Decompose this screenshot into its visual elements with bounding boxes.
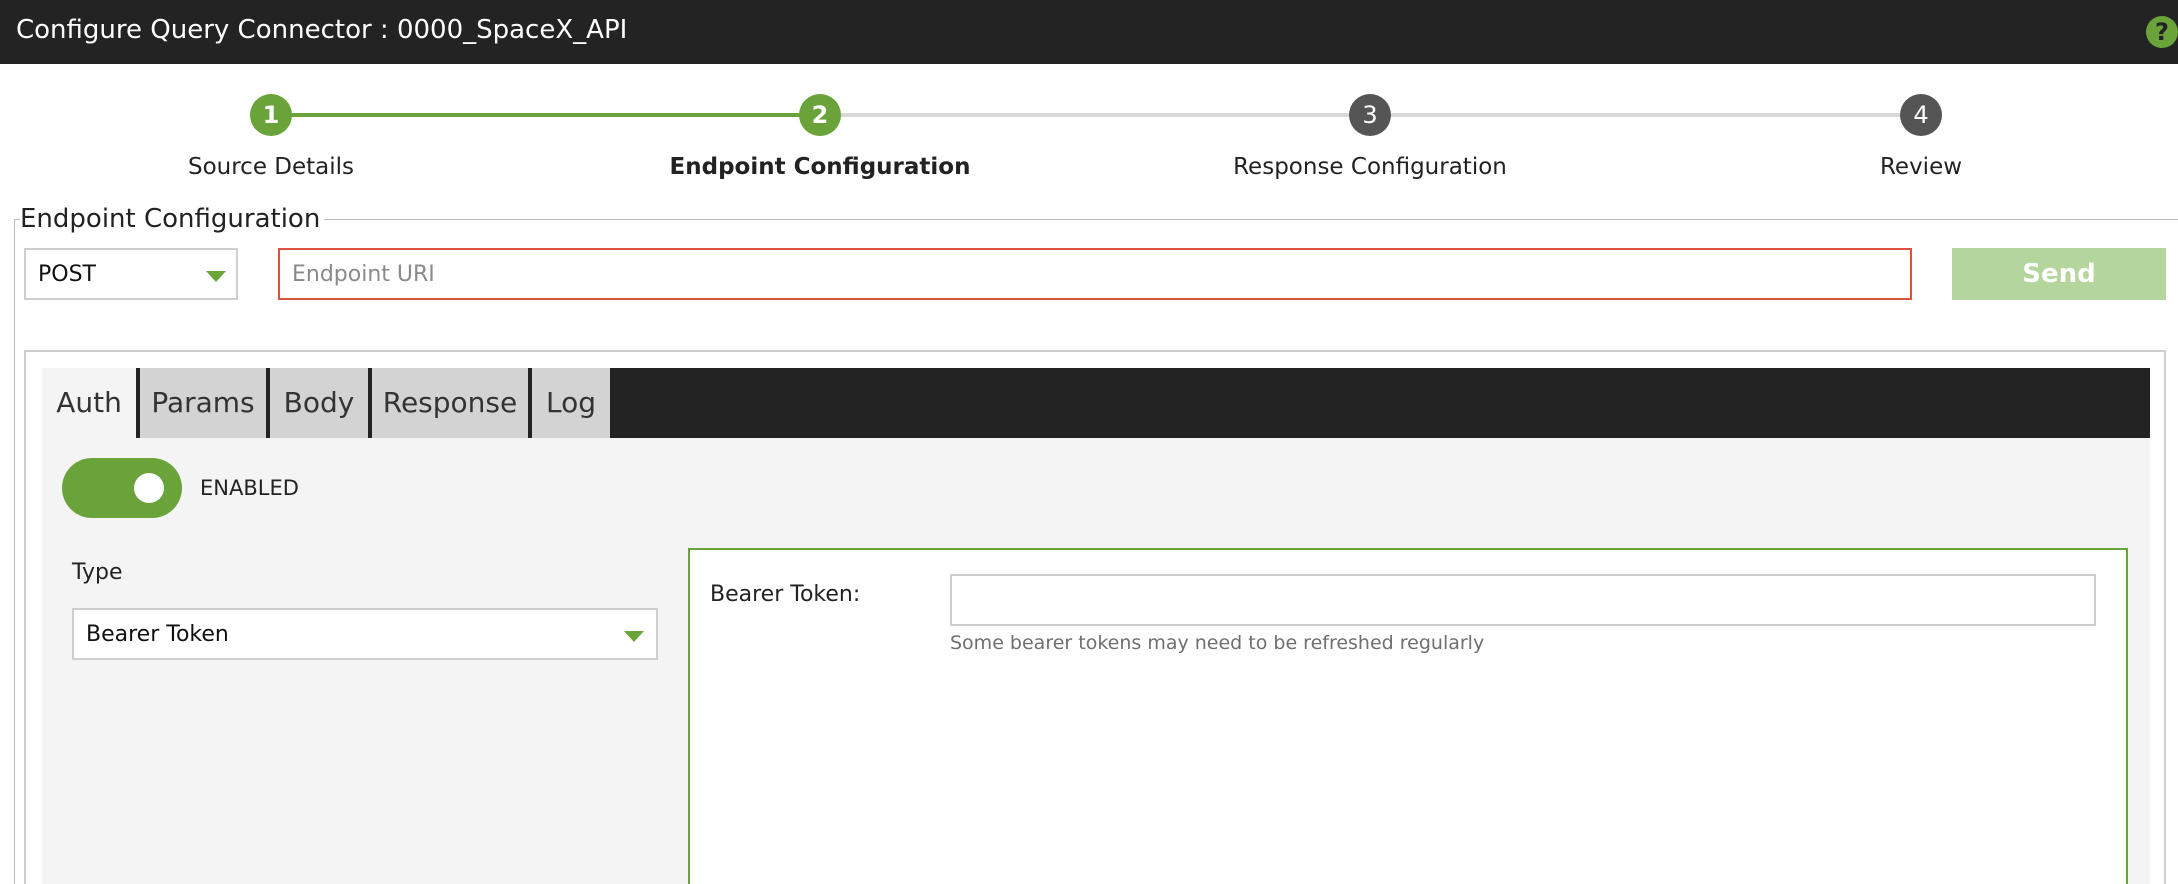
step-endpoint-configuration[interactable]: 2 Endpoint Configuration	[650, 94, 990, 182]
window-title: Configure Query Connector : 0000_SpaceX_…	[16, 15, 628, 45]
chevron-down-icon	[624, 631, 644, 642]
auth-enabled-label: ENABLED	[200, 476, 299, 500]
section-title: Endpoint Configuration	[20, 203, 325, 235]
tab-log[interactable]: Log	[532, 368, 610, 438]
http-method-select[interactable]: POST	[24, 248, 238, 300]
help-icon[interactable]: ?	[2146, 16, 2178, 48]
tab-auth[interactable]: Auth	[42, 368, 136, 438]
step-label: Source Details	[187, 154, 355, 180]
auth-type-label: Type	[72, 560, 123, 585]
step-label: Review	[1879, 154, 1963, 180]
tab-body[interactable]: Body	[270, 368, 368, 438]
auth-type-value: Bearer Token	[86, 622, 229, 647]
send-button[interactable]: Send	[1952, 248, 2166, 300]
step-response-configuration[interactable]: 3 Response Configuration	[1200, 94, 1540, 182]
step-number-badge: 3	[1349, 94, 1391, 136]
auth-enabled-toggle[interactable]	[62, 458, 182, 518]
toggle-knob	[134, 473, 164, 503]
auth-type-select[interactable]: Bearer Token	[72, 608, 658, 660]
wizard-stepper: 1 Source Details 2 Endpoint Configuratio…	[0, 64, 2178, 184]
step-label: Endpoint Configuration	[669, 154, 971, 180]
tab-params[interactable]: Params	[140, 368, 266, 438]
http-method-value: POST	[38, 262, 96, 287]
endpoint-uri-input[interactable]	[278, 248, 1912, 300]
tab-response[interactable]: Response	[372, 368, 528, 438]
step-number-badge: 2	[799, 94, 841, 136]
step-source-details[interactable]: 1 Source Details	[101, 94, 441, 182]
title-bar: Configure Query Connector : 0000_SpaceX_…	[0, 0, 2178, 64]
bearer-token-input[interactable]	[950, 574, 2096, 626]
bearer-token-hint: Some bearer tokens may need to be refres…	[950, 632, 1485, 654]
chevron-down-icon	[206, 271, 226, 282]
step-number-badge: 4	[1900, 94, 1942, 136]
step-number-badge: 1	[250, 94, 292, 136]
request-tabs: Auth Params Body Response Log	[42, 368, 2150, 438]
step-review[interactable]: 4 Review	[1751, 94, 2091, 182]
step-label: Response Configuration	[1233, 154, 1507, 180]
bearer-token-label: Bearer Token:	[710, 582, 861, 607]
